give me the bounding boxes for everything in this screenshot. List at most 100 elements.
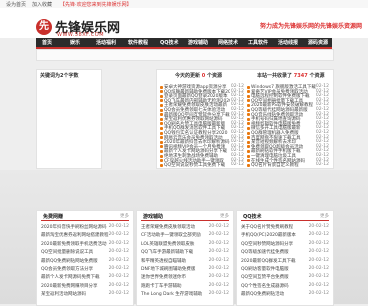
box-list-item[interactable]: 2020最新QQ群发工具下载 20-02-12 <box>241 258 329 264</box>
item-date: 20-02-12 <box>308 282 329 288</box>
item-date: 20-02-12 <box>108 274 129 280</box>
today-count: 0 <box>201 73 206 79</box>
item-title[interactable]: QQ空间秒赞网站源码分享 <box>241 241 315 247</box>
box-list-item[interactable]: LOL英雄联盟免费领取皮肤 20-02-12 <box>141 241 229 247</box>
nav-item-tutorials[interactable]: 软件教程 <box>128 39 148 46</box>
item-title[interactable]: 迷你世界免费领迷你币 <box>141 274 215 280</box>
item-date: 20-02-12 <box>308 274 329 280</box>
box-list-item[interactable]: QQ飞车手游最新辅助下载 20-02-12 <box>141 249 229 255</box>
item-title[interactable]: 最新QQ免费刷钻网站免费版 <box>41 258 115 264</box>
item-title[interactable]: 2020最新QQ群发工具下载 <box>241 258 315 264</box>
item-title[interactable]: QQ名片背景自定义教程 <box>251 162 317 168</box>
more-link[interactable]: 更多 <box>220 213 229 219</box>
box-title: 游戏辅助 <box>143 214 164 220</box>
item-date: 20-02-12 <box>308 257 329 263</box>
box-list-item[interactable]: 关于QQ名片赞免费刷教程 20-02-12 <box>241 224 329 230</box>
item-title[interactable]: QQ空间说说秒赞工具免费下载 <box>164 162 230 168</box>
item-title[interactable]: 手机QQ(PC)2020最新版本 <box>241 232 315 238</box>
nav-item-entertainment[interactable]: 娱乐 <box>70 39 80 46</box>
box-list-item[interactable]: 最新淘宝优惠券返利网站搭建教程 20-02-12 <box>41 232 129 238</box>
nav-item-tools[interactable]: 工具软件 <box>248 39 268 46</box>
item-title[interactable]: QQ飞车手游最新辅助下载 <box>141 249 215 255</box>
item-title[interactable]: QQ空间批量删除说说工具 <box>41 249 115 255</box>
item-title[interactable]: 2020最新免费领取手机话费活动 <box>41 241 115 247</box>
more-link[interactable]: 更多 <box>320 213 329 219</box>
box-list-item[interactable]: 某宝返利活动网站源码 20-02-12 <box>41 291 129 297</box>
today-updates: 今天的更新 0 个资源 <box>175 73 223 79</box>
box-list-item[interactable]: 王者荣耀免费皮肤领取活动 20-02-12 <box>141 224 229 230</box>
box-list-item[interactable]: 和平精英透视自瞄辅助 20-02-12 <box>141 258 229 264</box>
item-date: 20-02-12 <box>108 282 129 288</box>
box-list-item[interactable]: DNF地下城刷图辅助免费版 20-02-12 <box>141 266 229 272</box>
item-title[interactable]: QQ刷访客量软件电脑版 <box>241 266 315 272</box>
item-date: 20-02-12 <box>208 266 229 271</box>
box-list-item[interactable]: QQ个性签名生成器源码 20-02-12 <box>241 283 329 289</box>
item-title[interactable]: 2020最新免费网赚项目分享 <box>41 283 115 289</box>
item-title[interactable]: 跑跑卡丁车手游辅助 <box>141 283 215 289</box>
set-homepage-link[interactable]: 设为首页 <box>6 1 26 8</box>
item-date: 20-02-12 <box>208 291 229 297</box>
item-title[interactable]: 最新个人发卡网源码免费下载 <box>41 274 115 280</box>
item-title[interactable]: 王者荣耀免费皮肤领取活动 <box>141 224 215 230</box>
item-title[interactable]: LOL英雄联盟免费领取皮肤 <box>141 241 215 247</box>
box-list-item[interactable]: QQ会员免费领取方法分享 20-02-12 <box>41 266 129 272</box>
box-list-item[interactable]: 最新个人发卡网源码免费下载 20-02-12 <box>41 274 129 280</box>
box-list-item[interactable]: 最新QQ免费刷钻网站免费版 20-02-12 <box>41 258 129 264</box>
item-date: 20-02-12 <box>108 232 129 238</box>
item-title[interactable]: 某宝返利活动网站源码 <box>41 291 115 297</box>
list-item[interactable]: QQ空间说说秒赞工具免费下载 02-12 <box>160 162 244 168</box>
item-title[interactable]: QQ个性签名生成器源码 <box>241 283 315 289</box>
item-title[interactable]: 和平精英透视自瞄辅助 <box>141 258 215 264</box>
item-title[interactable]: 最新淘宝优惠券返利网站搭建教程 <box>41 232 115 238</box>
item-date: 20-02-12 <box>208 257 229 263</box>
item-date: 20-02-12 <box>108 266 129 271</box>
item-title[interactable]: QQ等级加速代挂免费版 <box>241 249 315 255</box>
box-list-item[interactable]: QQ空间批量删除说说工具 20-02-12 <box>41 249 129 255</box>
item-title[interactable]: DNF地下城刷图辅助免费版 <box>141 266 215 272</box>
nav-item-events[interactable]: 活动福利 <box>96 39 116 46</box>
sub-bar <box>36 49 334 61</box>
box-list-item[interactable]: 最新QQ免费刷钻活动 20-02-12 <box>241 291 329 297</box>
nav-item-source[interactable]: 源码资源 <box>308 39 328 46</box>
item-date: 20-02-12 <box>208 282 229 288</box>
box-list-item[interactable]: QQ等级加速代挂免费版 20-02-12 <box>241 249 329 255</box>
logo-icon[interactable]: 先 <box>36 19 52 35</box>
item-title[interactable]: QQ会员免费领取方法分享 <box>41 266 115 272</box>
item-date: 20-02-12 <box>208 274 229 280</box>
item-date: 20-02-12 <box>308 224 329 229</box>
item-date: 20-02-12 <box>308 232 329 238</box>
item-title[interactable]: QQ空间互赞平台免费版 <box>241 274 315 280</box>
nav-item-home[interactable]: 首页 <box>42 39 52 46</box>
box-list-item[interactable]: 2020最新免费领取手机话费活动 20-02-12 <box>41 241 129 247</box>
keyword-label: 关键词为2个字数 <box>40 73 79 79</box>
list-item[interactable]: QQ名片背景自定义教程 02-12 <box>247 162 329 168</box>
box-game: 游戏辅助 更多 王者荣耀免费皮肤领取活动 20-02-12 CF活动助手一键领取全部… <box>136 210 234 306</box>
item-date: 20-02-12 <box>108 249 129 255</box>
nav-item-network[interactable]: 网络技术 <box>218 39 238 46</box>
nav-item-game-assist[interactable]: 游戏辅助 <box>188 39 208 46</box>
box-list-item[interactable]: The Long Dark 生存游戏辅助 20-02-12 <box>141 291 229 297</box>
item-title[interactable]: The Long Dark 生存游戏辅助 <box>141 291 215 297</box>
add-favorite-link[interactable]: 加入收藏 <box>32 1 52 8</box>
more-link[interactable]: 更多 <box>120 213 129 219</box>
item-date: 02-12 <box>230 162 244 168</box>
item-title[interactable]: 2020年抖音快手刷粉丝网站源码 <box>41 224 115 230</box>
box-list-item[interactable]: QQ空间秒赞网站源码分享 20-02-12 <box>241 241 329 247</box>
nav-item-deals[interactable]: 活动线报 <box>278 39 298 46</box>
item-title[interactable]: CF活动助手一键领取全部奖励 <box>141 232 215 238</box>
box-list-item[interactable]: 迷你世界免费领迷你币 20-02-12 <box>141 274 229 280</box>
box-list-item[interactable]: QQ空间互赞平台免费版 20-02-12 <box>241 274 329 280</box>
box-money: 免费网赚 更多 2020年抖音快手刷粉丝网站源码 20-02-12 最新淘宝优惠券返… <box>36 210 134 306</box>
box-list-item[interactable]: QQ刷访客量软件电脑版 20-02-12 <box>241 266 329 272</box>
box-list-item[interactable]: 跑跑卡丁车手游辅助 20-02-12 <box>141 283 229 289</box>
box-title: 免费网赚 <box>43 214 64 220</box>
box-list-item[interactable]: 手机QQ(PC)2020最新版本 20-02-12 <box>241 232 329 238</box>
item-title[interactable]: 关于QQ名片赞免费刷教程 <box>241 224 315 230</box>
item-date: 20-02-12 <box>308 240 329 246</box>
box-list-item[interactable]: 2020最新免费网赚项目分享 20-02-12 <box>41 283 129 289</box>
box-list-item[interactable]: 2020年抖音快手刷粉丝网站源码 20-02-12 <box>41 224 129 230</box>
box-list-item[interactable]: CF活动助手一键领取全部奖励 20-02-12 <box>141 232 229 238</box>
nav-item-qq-tech[interactable]: QQ技术 <box>160 39 179 46</box>
item-date: 20-02-12 <box>208 224 229 229</box>
item-title[interactable]: 最新QQ免费刷钻活动 <box>241 291 315 297</box>
